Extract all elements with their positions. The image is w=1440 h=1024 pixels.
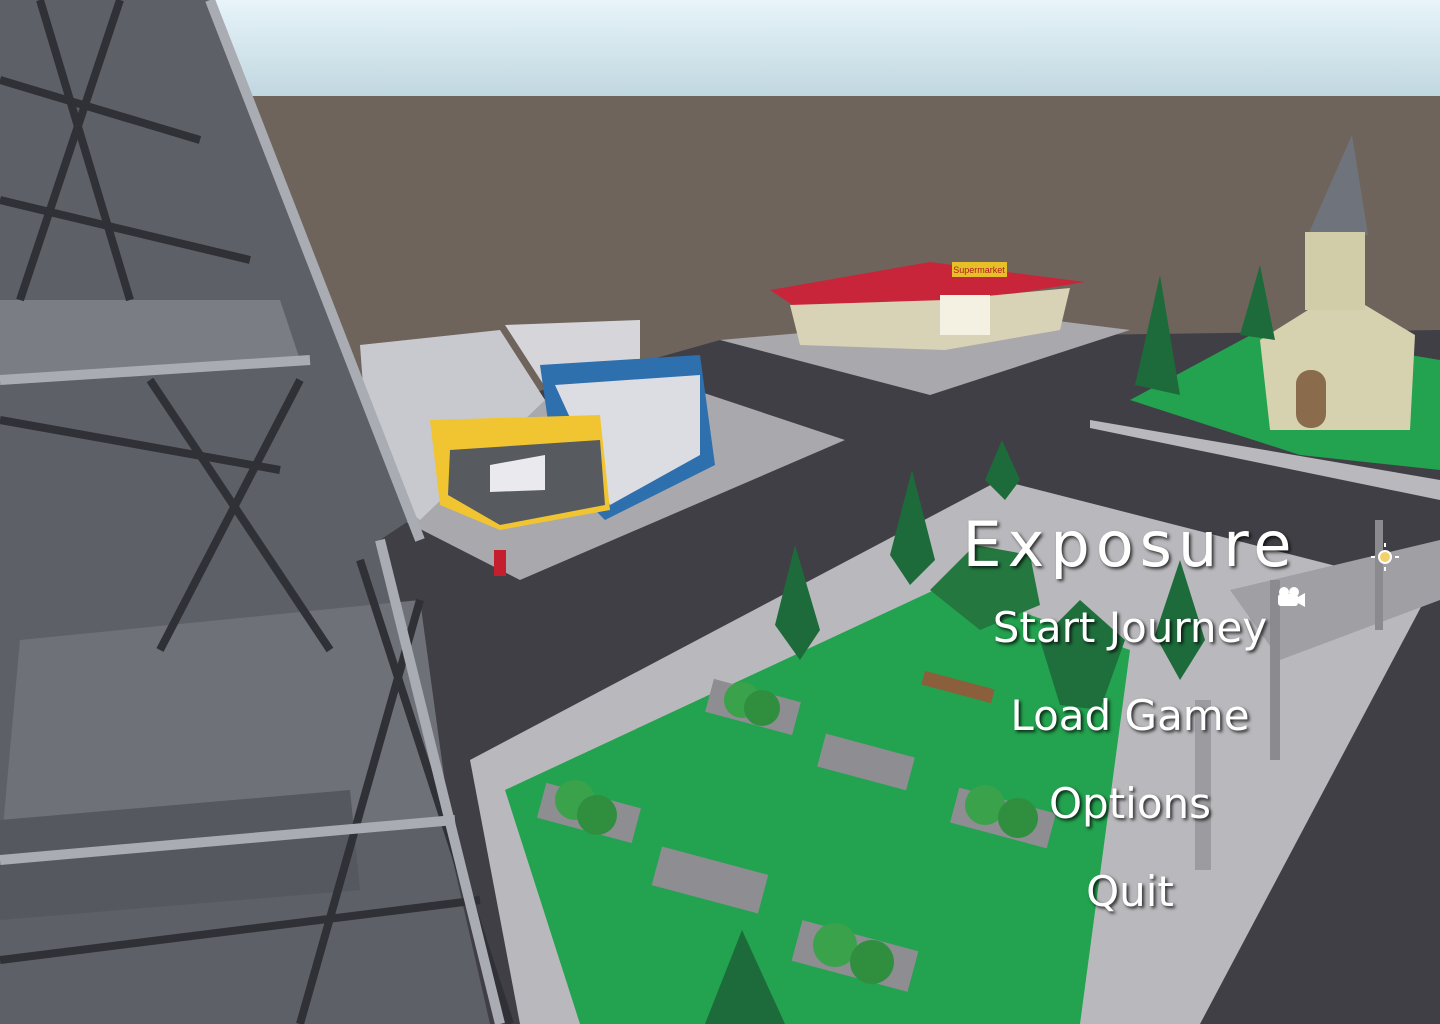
quit-button[interactable]: Quit (1086, 848, 1174, 936)
game-title: Exposure (962, 508, 1298, 581)
main-menu: Exposure Start Journey Load Game Options… (940, 500, 1320, 936)
load-game-button[interactable]: Load Game (1010, 672, 1249, 760)
options-button[interactable]: Options (1049, 760, 1211, 848)
lamp-post (1375, 520, 1383, 630)
supermarket-sign: Supermarket (953, 265, 1005, 275)
start-journey-button[interactable]: Start Journey (993, 584, 1268, 672)
fire-hydrant (494, 550, 506, 576)
